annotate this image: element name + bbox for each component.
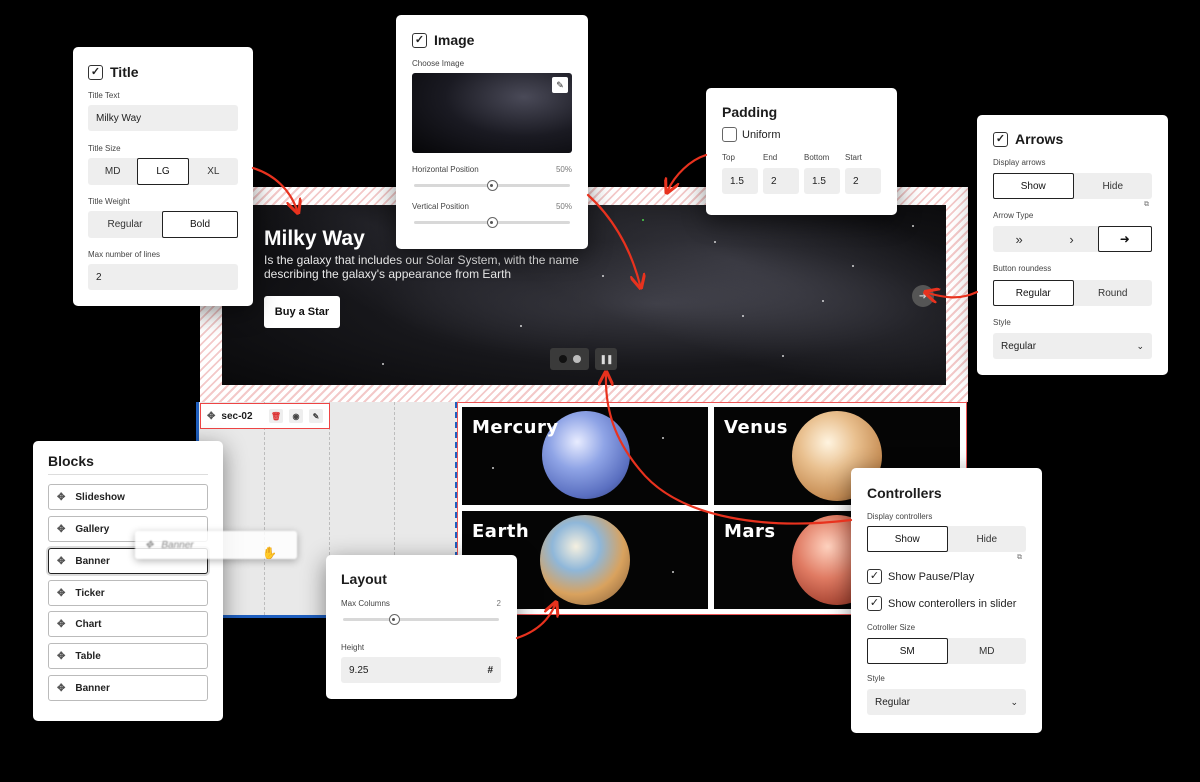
arrow-controllers-to-pause	[606, 375, 853, 525]
arrow-padding-to-stripes	[668, 153, 708, 190]
arrow-layout-to-grid	[515, 605, 555, 640]
annotation-arrows	[251, 153, 979, 640]
arrow-arrows-to-next	[928, 292, 979, 297]
arrow-image-to-hero	[586, 193, 640, 285]
arrow-title-to-hero	[251, 166, 297, 210]
